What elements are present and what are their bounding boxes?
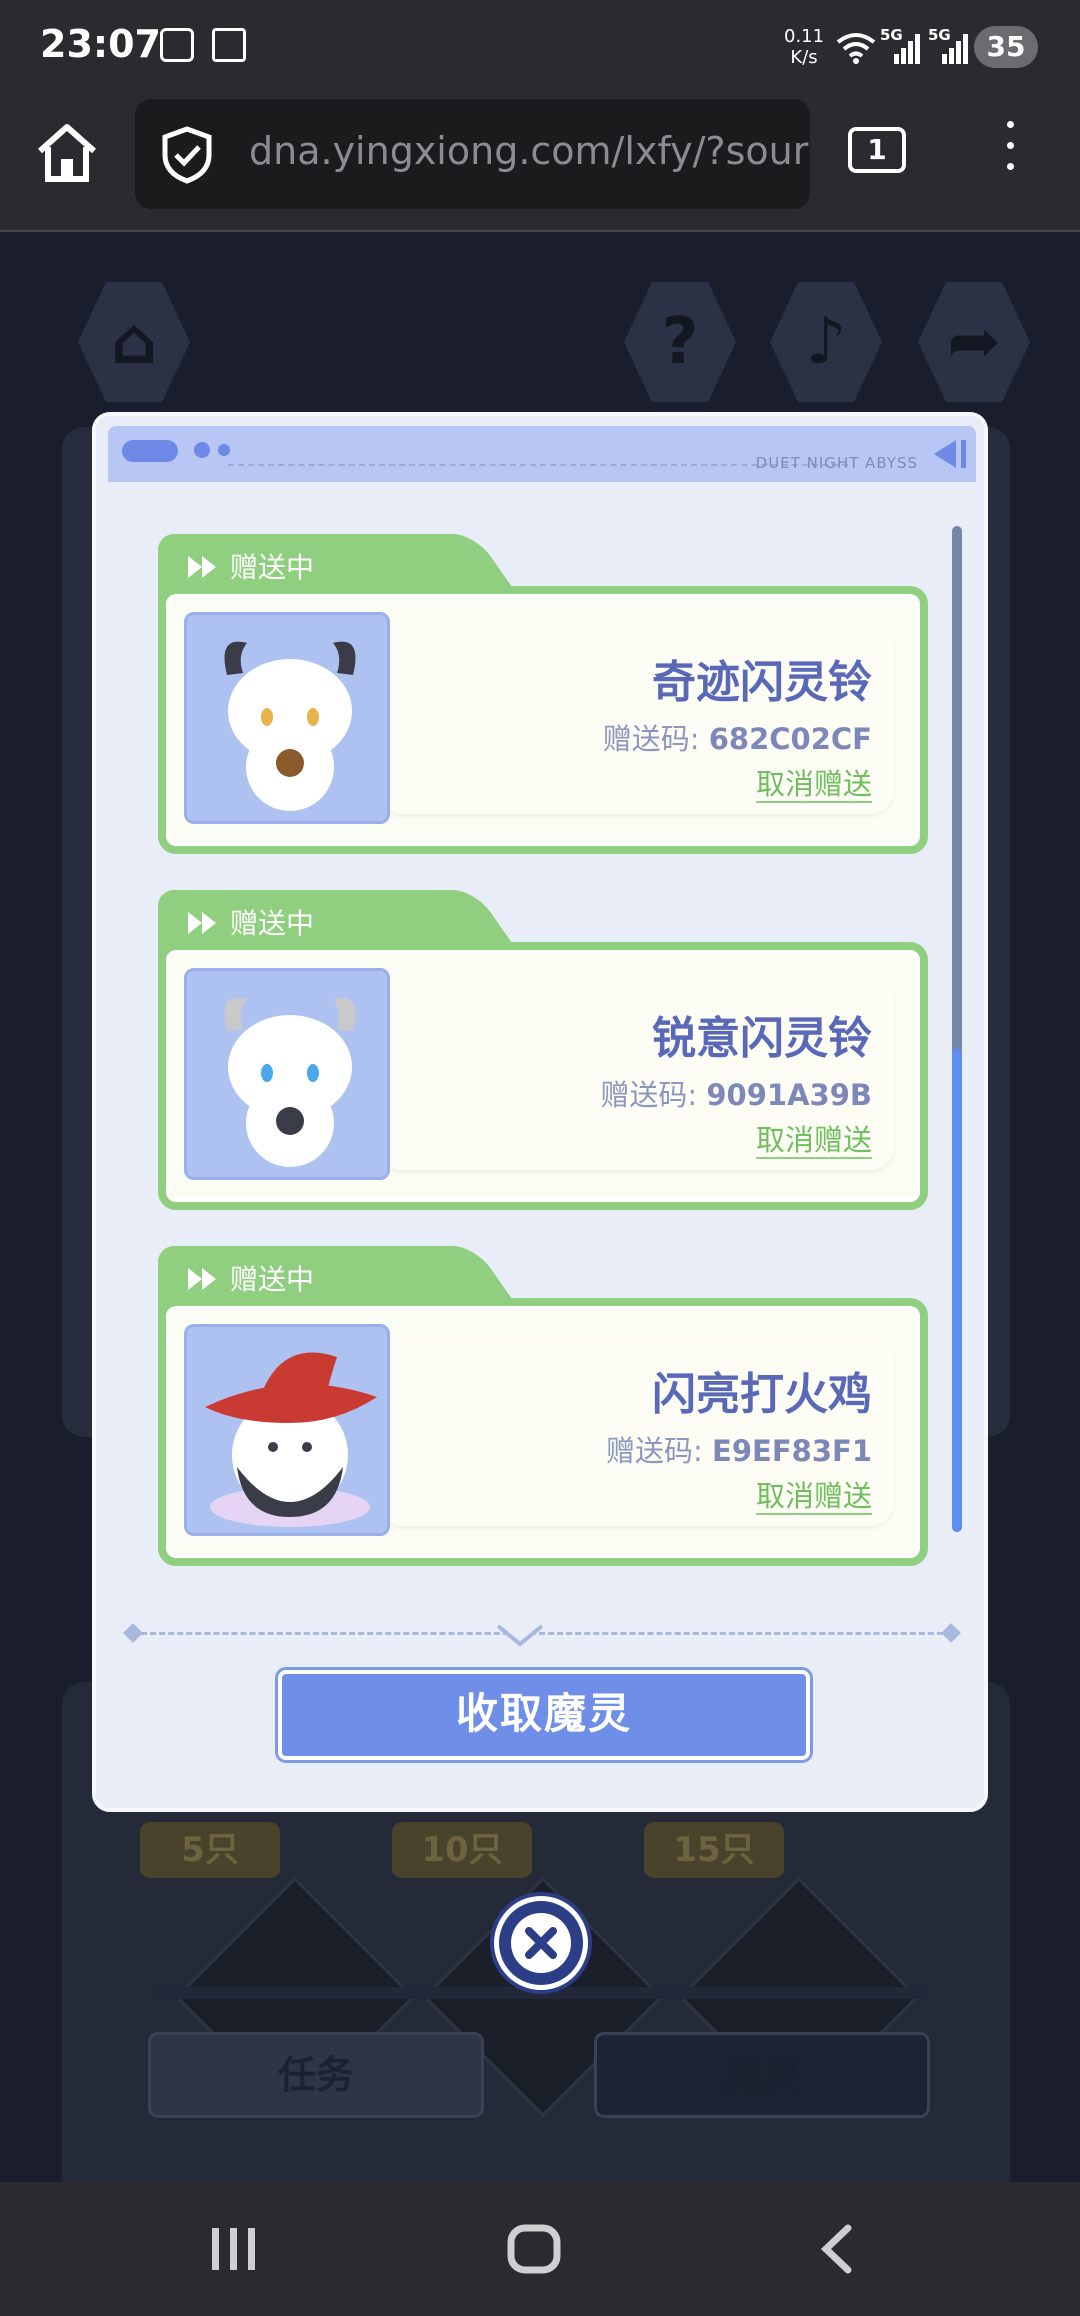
header-decoration bbox=[122, 440, 178, 462]
share-icon[interactable]: ➦ bbox=[918, 282, 1030, 402]
gift-code-value[interactable]: E9EF83F1 bbox=[712, 1434, 872, 1468]
network-speed-value: 0.11 bbox=[784, 26, 825, 47]
system-nav-bar bbox=[0, 2182, 1080, 2316]
music-icon[interactable]: ♪ bbox=[770, 282, 882, 402]
spirit-portrait bbox=[184, 612, 390, 824]
gift-code-value[interactable]: 9091A39B bbox=[706, 1078, 872, 1112]
status-label: 赠送中 bbox=[230, 551, 315, 584]
back-icon[interactable] bbox=[814, 2222, 858, 2276]
gift-list-dialog: DUET NIGHT ABYSS 赠送中 奇迹闪灵铃 赠送码: 682C02CF bbox=[92, 412, 988, 1812]
gift-code-label: 赠送码: bbox=[602, 722, 700, 756]
goat-spirit-icon bbox=[187, 615, 387, 821]
gift-code-value[interactable]: 682C02CF bbox=[709, 722, 872, 756]
clock: 23:07 bbox=[40, 22, 161, 66]
network-speed-unit: K/s bbox=[790, 47, 818, 68]
goat-spirit-icon bbox=[187, 971, 387, 1177]
status-bar: 23:07 0.11 K/s 5G 5G 35 bbox=[0, 0, 1080, 95]
spirit-portrait bbox=[184, 968, 390, 1180]
tab-spirits[interactable]: 魔灵 bbox=[594, 2032, 930, 2118]
fast-forward-icon bbox=[188, 1268, 216, 1290]
collect-spirit-button[interactable]: 收取魔灵 bbox=[278, 1670, 810, 1760]
shield-icon[interactable] bbox=[159, 125, 215, 185]
collapse-arrow-icon bbox=[934, 440, 956, 468]
gift-code: 赠送码: 682C02CF bbox=[603, 716, 872, 758]
wifi-icon bbox=[836, 33, 876, 64]
gift-code-label: 赠送码: bbox=[606, 1434, 703, 1468]
fire-chicken-spirit-icon bbox=[187, 1327, 387, 1533]
url-text[interactable]: dna.yingxiong.com/lxfy/?sour bbox=[249, 129, 808, 173]
tier-badge: 5只 bbox=[140, 1822, 280, 1878]
browser-toolbar: dna.yingxiong.com/lxfy/?sour 1 bbox=[0, 95, 1080, 232]
home-icon[interactable] bbox=[32, 117, 102, 187]
spirit-portrait bbox=[184, 1324, 390, 1536]
gift-code: 赠送码: E9EF83F1 bbox=[606, 1428, 872, 1470]
cancel-gift-link[interactable]: 取消赠送 bbox=[755, 1479, 872, 1515]
cancel-gift-link[interactable]: 取消赠送 bbox=[755, 1123, 872, 1159]
chevron-down-icon bbox=[496, 1624, 544, 1647]
overflow-menu-icon[interactable] bbox=[1000, 121, 1020, 181]
scrollbar-thumb[interactable] bbox=[952, 1048, 962, 1532]
signal-icon bbox=[942, 34, 968, 64]
gift-code: 赠送码: 9091A39B bbox=[600, 1072, 872, 1114]
status-label: 赠送中 bbox=[230, 907, 315, 940]
document-icon bbox=[212, 28, 246, 62]
tier-badge: 10只 bbox=[392, 1822, 532, 1878]
signal-icon bbox=[894, 34, 920, 64]
cancel-gift-link[interactable]: 取消赠送 bbox=[755, 767, 872, 803]
tab-tasks[interactable]: 任务 bbox=[148, 2032, 484, 2118]
address-bar[interactable]: dna.yingxiong.com/lxfy/?sour bbox=[135, 99, 810, 209]
dialog-header: DUET NIGHT ABYSS bbox=[108, 426, 976, 482]
header-decoration bbox=[194, 442, 210, 458]
gift-code-label: 赠送码: bbox=[600, 1078, 698, 1112]
spirit-name: 锐意闪灵铃 bbox=[652, 1013, 872, 1064]
home-nav-icon[interactable] bbox=[506, 2222, 562, 2276]
brand-label: DUET NIGHT ABYSS bbox=[755, 454, 918, 472]
header-decoration bbox=[961, 440, 966, 468]
tier-badge: 15只 bbox=[644, 1822, 784, 1878]
network-speed: 0.11 K/s bbox=[784, 26, 824, 68]
close-icon bbox=[511, 1913, 571, 1973]
status-label: 赠送中 bbox=[230, 1263, 315, 1296]
home-icon[interactable]: ⌂ bbox=[78, 282, 190, 402]
fast-forward-icon bbox=[188, 912, 216, 934]
battery-indicator: 35 bbox=[974, 26, 1038, 68]
spirit-name: 闪亮打火鸡 bbox=[652, 1369, 872, 1420]
header-decoration bbox=[218, 444, 230, 456]
help-icon[interactable]: ? bbox=[624, 282, 736, 402]
fast-forward-icon bbox=[188, 556, 216, 578]
spirit-name: 奇迹闪灵铃 bbox=[652, 657, 872, 708]
close-dialog-button[interactable] bbox=[494, 1896, 588, 1990]
gift-card: 赠送中 锐意闪灵铃 赠送码: 9091A39B 取消赠送 bbox=[158, 890, 928, 1210]
recent-apps-icon[interactable] bbox=[206, 2222, 262, 2276]
screenshot-icon bbox=[160, 28, 194, 62]
gift-card: 赠送中 奇迹闪灵铃 赠送码: 682C02CF 取消赠送 bbox=[158, 534, 928, 854]
tab-switcher-button[interactable]: 1 bbox=[848, 127, 906, 173]
gift-card: 赠送中 闪亮打火鸡 赠送码: E9EF83F1 取消赠送 bbox=[158, 1246, 928, 1566]
